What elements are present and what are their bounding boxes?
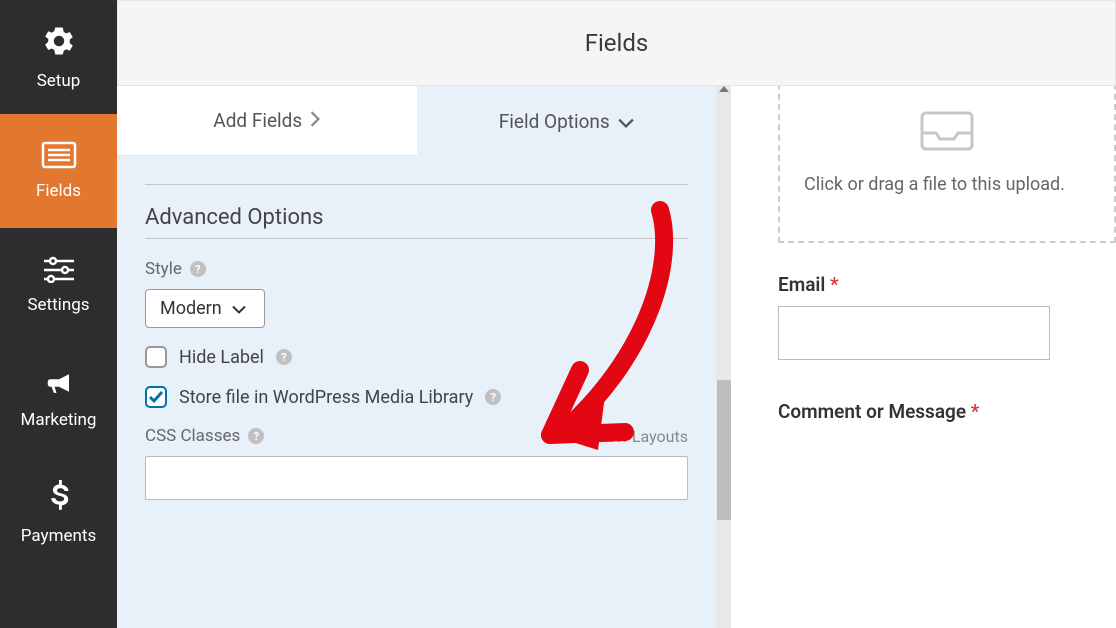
css-classes-row: CSS Classes ? Show Layouts xyxy=(145,426,688,446)
scroll-up-arrow[interactable] xyxy=(717,86,731,92)
sidebar-item-setup[interactable]: Setup xyxy=(0,0,117,114)
css-label-wrap: CSS Classes ? xyxy=(145,426,264,446)
upload-hint: Click or drag a file to this upload. xyxy=(804,171,1090,198)
help-icon[interactable]: ? xyxy=(248,428,264,444)
chevron-down-icon xyxy=(618,110,634,133)
hide-label-row: Hide Label ? xyxy=(145,346,688,368)
store-file-checkbox[interactable] xyxy=(145,386,167,408)
section-title: Advanced Options xyxy=(145,205,688,230)
gear-icon xyxy=(41,23,77,63)
email-label: Email * xyxy=(778,273,1116,296)
comment-label: Comment or Message * xyxy=(778,400,1116,423)
required-star-icon: * xyxy=(966,400,979,423)
sidebar-label-setup: Setup xyxy=(37,71,81,91)
panel-tabs: Add Fields Field Options xyxy=(117,86,716,156)
field-options-panel: Fields Add Fields Field Options Advanced… xyxy=(117,0,731,628)
sidebar-label-payments: Payments xyxy=(21,526,96,546)
advanced-options-section: Advanced Options Style ? Modern Hide Lab… xyxy=(117,156,716,628)
hide-label-text: Hide Label xyxy=(179,347,264,368)
sidebar-item-settings[interactable]: Settings xyxy=(0,228,117,342)
tab-add-fields-label: Add Fields xyxy=(213,109,302,132)
divider xyxy=(145,238,688,239)
style-label: Style xyxy=(145,259,182,279)
show-layouts-button[interactable]: Show Layouts xyxy=(568,427,688,446)
store-file-row: Store file in WordPress Media Library ? xyxy=(145,386,688,408)
help-icon[interactable]: ? xyxy=(485,389,501,405)
css-classes-input[interactable] xyxy=(145,456,688,500)
dollar-icon xyxy=(48,480,70,518)
sliders-icon xyxy=(42,255,76,287)
required-star-icon: * xyxy=(825,273,838,296)
form-fields-icon xyxy=(41,141,77,173)
sidebar-item-marketing[interactable]: Marketing xyxy=(0,342,117,456)
style-value: Modern xyxy=(160,298,222,319)
style-label-row: Style ? xyxy=(145,259,688,279)
sidebar-label-marketing: Marketing xyxy=(21,410,97,430)
tab-field-options-label: Field Options xyxy=(499,110,610,133)
page-title: Fields xyxy=(585,29,649,57)
inbox-icon xyxy=(920,109,974,157)
style-select[interactable]: Modern xyxy=(145,289,265,328)
sidebar-label-settings: Settings xyxy=(27,295,89,315)
form-preview: File Upload Click or drag a file to this… xyxy=(731,0,1116,628)
store-file-text: Store file in WordPress Media Library xyxy=(179,387,473,408)
help-icon[interactable]: ? xyxy=(190,261,206,277)
divider xyxy=(145,184,688,185)
file-upload-dropzone[interactable]: Click or drag a file to this upload. xyxy=(778,63,1116,243)
hide-label-checkbox[interactable] xyxy=(145,346,167,368)
show-layouts-label: Show Layouts xyxy=(588,427,688,446)
sidebar-label-fields: Fields xyxy=(36,181,81,201)
comment-label-text: Comment or Message xyxy=(778,400,966,423)
chevron-right-icon xyxy=(310,109,320,132)
sidebar-item-payments[interactable]: Payments xyxy=(0,456,117,570)
scrollbar-thumb[interactable] xyxy=(717,380,731,520)
sidebar-item-fields[interactable]: Fields xyxy=(0,114,117,228)
email-input[interactable] xyxy=(778,306,1050,360)
grid-icon xyxy=(568,427,582,446)
email-label-text: Email xyxy=(778,273,825,296)
sidebar: Setup Fields Settings Marketing Payments xyxy=(0,0,117,628)
megaphone-icon xyxy=(41,368,77,402)
help-icon[interactable]: ? xyxy=(276,349,292,365)
chevron-down-icon xyxy=(232,298,246,319)
css-classes-label: CSS Classes xyxy=(145,426,240,446)
tab-add-fields[interactable]: Add Fields xyxy=(117,86,417,156)
main-area: Fields Add Fields Field Options Advanced… xyxy=(117,0,1116,628)
panel-header: Fields xyxy=(117,0,1116,86)
tab-field-options[interactable]: Field Options xyxy=(417,86,717,156)
